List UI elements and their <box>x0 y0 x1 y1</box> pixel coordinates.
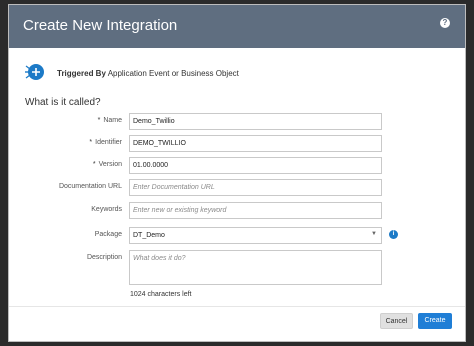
description-label: Description <box>86 254 122 261</box>
required-marker: * <box>89 139 93 146</box>
identifier-label: * Identifier <box>9 139 122 146</box>
package-label: Package <box>94 231 122 238</box>
required-marker: * <box>97 117 101 124</box>
info-icon[interactable]: i <box>389 230 398 239</box>
name-label-text: Name <box>103 117 122 124</box>
name-label: * Name <box>9 117 122 124</box>
package-select[interactable]: DT_Demo ▼ <box>129 227 382 244</box>
identifier-label-text: Identifier <box>95 139 122 146</box>
trigger-heading: Triggered By <box>57 69 106 78</box>
section-title: What is it called? <box>25 97 101 108</box>
package-selected-value: DT_Demo <box>133 232 165 239</box>
identifier-input[interactable]: DEMO_TWILLIO <box>129 135 382 152</box>
caret-down-icon: ▼ <box>371 231 377 237</box>
documentation-url-input[interactable]: Enter Documentation URL <box>129 179 382 196</box>
keywords-label: Keywords <box>91 206 122 213</box>
cancel-button[interactable]: Cancel <box>380 313 413 329</box>
version-label-text: Version <box>98 161 122 168</box>
trigger-info: Triggered By Application Event or Busine… <box>57 69 239 78</box>
dialog-title: Create New Integration <box>23 17 178 34</box>
required-marker: * <box>92 161 96 168</box>
create-integration-dialog: Create New Integration ? Triggered By Ap… <box>8 4 466 342</box>
trigger-description: Application Event or Business Object <box>107 69 239 78</box>
description-textarea[interactable]: What does it do? <box>129 250 382 285</box>
app-event-trigger-icon <box>25 64 44 80</box>
footer-divider <box>9 306 465 307</box>
documentation-url-label: Documentation URL <box>58 183 122 190</box>
version-input[interactable]: 01.00.0000 <box>129 157 382 174</box>
keywords-input[interactable]: Enter new or existing keyword <box>129 202 382 219</box>
name-input[interactable]: Demo_Twillio <box>129 113 382 130</box>
help-icon[interactable]: ? <box>440 18 450 28</box>
version-label: * Version <box>9 161 122 168</box>
create-button[interactable]: Create <box>418 313 452 329</box>
character-count: 1024 characters left <box>130 291 192 298</box>
dialog-header: Create New Integration ? <box>9 5 465 48</box>
